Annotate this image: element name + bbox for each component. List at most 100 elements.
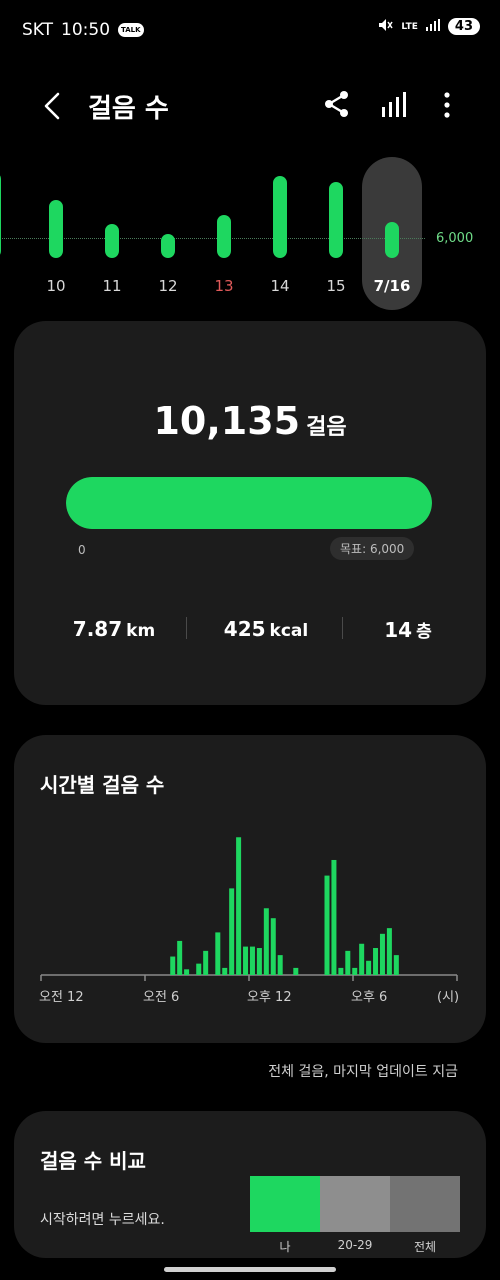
carrier-label: SKT xyxy=(22,20,54,40)
compare-group-block xyxy=(390,1176,460,1232)
compare-group-label: 나 xyxy=(279,1240,291,1254)
hourly-tick-label: 오전 6 xyxy=(143,990,179,1005)
back-button[interactable] xyxy=(38,88,66,124)
week-day-bar[interactable] xyxy=(273,176,287,258)
hourly-bar xyxy=(184,969,190,975)
floors-value: 14 xyxy=(384,618,413,642)
calories-value: 425 xyxy=(223,617,266,641)
hourly-bar xyxy=(229,888,235,975)
goal-progress-fill xyxy=(66,477,432,529)
week-day-label: 11 xyxy=(102,277,122,295)
mute-icon xyxy=(377,18,393,35)
week-day-bar[interactable] xyxy=(161,234,175,258)
hourly-bar xyxy=(203,950,209,975)
metric-divider xyxy=(342,617,343,639)
hourly-tick-label: 오후 6 xyxy=(351,990,387,1005)
hourly-steps-card[interactable]: 시간별 걸음 수 오전 12 오전 6 오후 12 오후 6 (시) xyxy=(14,735,486,1043)
hourly-bar xyxy=(263,908,269,975)
clock: 10:50 xyxy=(61,20,111,40)
steps-unit: 걸음 xyxy=(306,415,347,440)
hourly-bar xyxy=(338,967,344,975)
hourly-bar xyxy=(379,933,385,975)
hourly-bar xyxy=(277,955,283,975)
hourly-bar xyxy=(243,946,249,975)
hourly-bar xyxy=(373,948,379,975)
week-day-label: 14 xyxy=(270,277,290,295)
hourly-bar xyxy=(345,950,351,975)
goal-line xyxy=(0,238,425,239)
floors-metric: 14 층 xyxy=(358,617,458,642)
hourly-bar xyxy=(393,955,399,975)
week-day-bar[interactable] xyxy=(217,214,231,258)
share-icon xyxy=(325,91,348,117)
week-day-bar[interactable] xyxy=(385,222,399,258)
signal-icon xyxy=(425,19,440,34)
calories-metric: 425 kcal xyxy=(204,617,328,641)
update-footnote: 전체 걸음, 마지막 업데이트 지금 xyxy=(268,1064,458,1080)
hourly-x-unit: (시) xyxy=(437,990,459,1005)
hourly-bar xyxy=(222,967,228,975)
compare-group-label: 20-29 xyxy=(337,1238,373,1252)
week-day-label: 9 xyxy=(0,277,14,295)
more-options-button[interactable] xyxy=(440,90,454,124)
hourly-bar xyxy=(331,859,337,975)
hourly-tick-label: 오후 12 xyxy=(247,990,292,1005)
week-day-bar[interactable] xyxy=(49,200,63,258)
week-day-label: 12 xyxy=(158,277,178,295)
hourly-bar xyxy=(170,956,176,975)
distance-metric: 7.87 km xyxy=(54,617,174,641)
hourly-bar xyxy=(366,960,372,975)
hourly-steps-chart: 오전 12 오전 6 오후 12 오후 6 (시) xyxy=(39,837,459,1005)
hourly-bar xyxy=(256,948,262,975)
status-bar-right: LTE 43 xyxy=(377,18,480,35)
compare-group-block xyxy=(320,1176,390,1232)
compare-group-block xyxy=(250,1176,320,1232)
goal-progress-bar xyxy=(66,477,432,529)
calories-unit: kcal xyxy=(269,621,309,641)
hourly-bar xyxy=(215,932,221,975)
share-button[interactable] xyxy=(322,89,352,123)
progress-min-label: 0 xyxy=(78,543,86,557)
home-indicator xyxy=(164,1267,336,1272)
goal-chip: 목표: 6,000 xyxy=(330,537,415,560)
page-title: 걸음 수 xyxy=(88,94,169,124)
goal-line-label: 6,000 xyxy=(436,231,474,246)
more-icon xyxy=(444,92,450,118)
week-day-label: 7/16 xyxy=(373,277,411,295)
hourly-bar xyxy=(386,928,392,975)
compare-card[interactable]: 걸음 수 비교 시작하려면 누르세요. 나 20-29 전체 xyxy=(14,1111,486,1258)
back-icon xyxy=(44,92,60,120)
hourly-bar xyxy=(249,946,255,975)
compare-group-label: 전체 xyxy=(413,1240,437,1254)
week-day-label: 15 xyxy=(326,277,346,295)
distance-value: 7.87 xyxy=(72,617,123,641)
steps-total: 10,135 걸음 xyxy=(14,399,486,443)
compare-title: 걸음 수 비교 xyxy=(40,1149,146,1173)
compare-hint: 시작하려면 누르세요. xyxy=(40,1212,165,1228)
kakaotalk-icon: TALK xyxy=(118,23,144,37)
battery-icon: 43 xyxy=(447,18,480,35)
hourly-bar xyxy=(359,943,365,975)
week-day-bar[interactable] xyxy=(105,224,119,258)
status-bar-left: SKT 10:50 TALK xyxy=(22,20,144,40)
hourly-bar xyxy=(270,918,276,975)
week-day-label: 13 xyxy=(214,277,234,295)
hourly-bar xyxy=(236,837,242,975)
hourly-tick-label: 오전 12 xyxy=(39,990,84,1005)
hourly-bar xyxy=(352,967,358,975)
week-day-bar[interactable] xyxy=(329,182,343,258)
stats-icon xyxy=(382,92,406,117)
week-day-label: 10 xyxy=(46,277,66,295)
steps-count: 10,135 xyxy=(153,399,301,443)
stats-button[interactable] xyxy=(380,91,408,123)
hourly-bar xyxy=(177,940,183,975)
hourly-bar xyxy=(293,967,299,975)
metric-divider xyxy=(186,617,187,639)
hourly-bar xyxy=(324,875,330,975)
lte-icon: LTE xyxy=(401,21,418,32)
week-day-bar[interactable] xyxy=(0,171,1,258)
hourly-bar xyxy=(196,963,202,975)
summary-card[interactable]: 10,135 걸음 0 목표: 6,000 7.87 km 425 kcal 14 층 xyxy=(14,321,486,705)
distance-unit: km xyxy=(126,621,156,641)
floors-unit: 층 xyxy=(416,622,432,642)
